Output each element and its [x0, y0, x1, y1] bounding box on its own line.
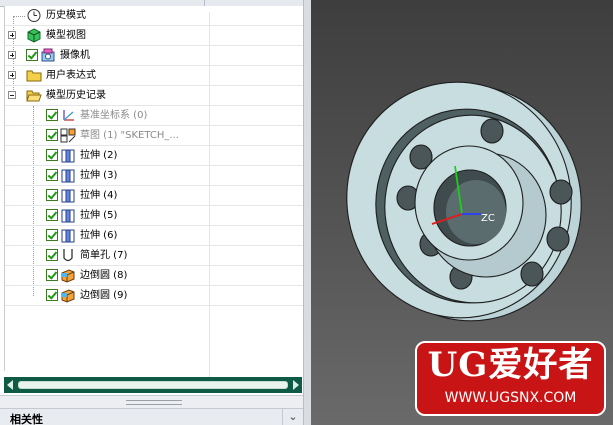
edge-blend-icon — [60, 268, 76, 283]
watermark-logo: UG爱好者 WWW.UGSNX.COM — [415, 341, 606, 416]
dependencies-panel-header[interactable]: 相关性 ⌄ — [0, 408, 303, 425]
tree-row[interactable]: 拉伸 (2) — [5, 146, 304, 166]
horizontal-scrollbar[interactable] — [4, 377, 302, 393]
extrude-icon — [60, 168, 76, 183]
tree-row[interactable]: 简单孔 (7) — [5, 246, 304, 266]
dependencies-title: 相关性 — [10, 413, 43, 425]
tree-item-label: 用户表达式 — [46, 70, 96, 81]
visibility-checkbox[interactable] — [46, 109, 58, 121]
tree-item-label: 拉伸 (3) — [80, 170, 118, 181]
tree-item-label: 拉伸 (5) — [80, 210, 118, 221]
scroll-left-icon[interactable] — [7, 380, 13, 390]
extrude-icon — [60, 228, 76, 243]
folder-open-icon — [26, 88, 42, 103]
visibility-checkbox[interactable] — [46, 129, 58, 141]
sketch-icon — [60, 128, 76, 143]
extrude-icon — [60, 188, 76, 203]
expand-icon[interactable] — [8, 71, 16, 79]
visibility-checkbox[interactable] — [46, 249, 58, 261]
tree-item-label: 拉伸 (2) — [80, 150, 118, 161]
visibility-checkbox[interactable] — [46, 149, 58, 161]
tree-row[interactable]: 边倒圆 (9) — [5, 286, 304, 306]
tree-item-label: 草图 (1) "SKETCH_... — [80, 130, 179, 141]
visibility-checkbox[interactable] — [46, 209, 58, 221]
model-view-icon — [26, 28, 42, 43]
tree-item-label: 摄像机 — [60, 50, 90, 61]
graphics-viewport[interactable]: ZC UG爱好者 WWW.UGSNX.COM — [311, 0, 613, 425]
extrude-icon — [60, 208, 76, 223]
splitter-grip[interactable] — [126, 400, 182, 405]
extrude-icon — [60, 148, 76, 163]
tree-row[interactable]: 草图 (1) "SKETCH_... — [5, 126, 304, 146]
datum-csys-icon — [60, 108, 76, 123]
resource-bar-edge — [303, 0, 311, 425]
expand-icon[interactable] — [8, 31, 16, 39]
tree-row[interactable]: 拉伸 (4) — [5, 186, 304, 206]
navigator-tree: 历史模式模型视图摄像机用户表达式模型历史记录基准坐标系 (0) 草图 (1) "S… — [4, 6, 305, 377]
expand-icon[interactable] — [8, 51, 16, 59]
clock-icon — [26, 8, 42, 23]
scroll-right-icon[interactable] — [293, 380, 299, 390]
tree-item-label: 基准坐标系 (0) — [80, 110, 148, 121]
tree-item-label: 历史模式 — [46, 10, 86, 21]
visibility-checkbox[interactable] — [46, 189, 58, 201]
tree-item-label: 模型视图 — [46, 30, 86, 41]
axis-label: ZC — [481, 213, 495, 224]
part-navigator: 历史模式模型视图摄像机用户表达式模型历史记录基准坐标系 (0) 草图 (1) "S… — [0, 0, 311, 425]
tree-row[interactable]: 拉伸 (5) — [5, 206, 304, 226]
visibility-checkbox[interactable] — [46, 229, 58, 241]
visibility-checkbox[interactable] — [46, 169, 58, 181]
camera-icon — [40, 48, 56, 63]
tree-row[interactable]: 历史模式 — [5, 6, 304, 26]
bolt-hole — [546, 226, 570, 252]
tree-item-label: 边倒圆 (8) — [80, 270, 128, 281]
tree-item-label: 模型历史记录 — [46, 90, 106, 101]
bolt-hole — [549, 179, 573, 205]
collapse-icon[interactable] — [8, 91, 16, 99]
visibility-checkbox[interactable] — [26, 49, 38, 61]
tree-row[interactable]: 模型历史记录 — [5, 86, 304, 106]
panel-splitter[interactable] — [0, 395, 311, 408]
hole-icon — [60, 248, 76, 263]
bore-shadow — [446, 180, 506, 244]
tree-row[interactable]: 基准坐标系 (0) — [5, 106, 304, 126]
tree-item-label: 拉伸 (6) — [80, 230, 118, 241]
tree-row[interactable]: 摄像机 — [5, 46, 304, 66]
bolt-hole — [520, 261, 544, 287]
watermark-title: UG爱好者 — [427, 345, 594, 385]
edge-blend-icon — [60, 288, 76, 303]
tree-item-label: 拉伸 (4) — [80, 190, 118, 201]
tree-row[interactable]: 拉伸 (3) — [5, 166, 304, 186]
tree-item-label: 边倒圆 (9) — [80, 290, 128, 301]
visibility-checkbox[interactable] — [46, 269, 58, 281]
chevron-down-icon[interactable]: ⌄ — [282, 409, 303, 425]
scrollbar-thumb[interactable] — [18, 381, 288, 389]
bolt-hole — [480, 118, 504, 144]
visibility-checkbox[interactable] — [46, 289, 58, 301]
tree-row[interactable]: 边倒圆 (8) — [5, 266, 304, 286]
folder-icon — [26, 68, 42, 83]
tree-row[interactable]: 用户表达式 — [5, 66, 304, 86]
tree-row[interactable]: 拉伸 (6) — [5, 226, 304, 246]
tree-item-label: 简单孔 (7) — [80, 250, 128, 261]
watermark-url: WWW.UGSNX.COM — [444, 390, 577, 406]
tree-row[interactable]: 模型视图 — [5, 26, 304, 46]
